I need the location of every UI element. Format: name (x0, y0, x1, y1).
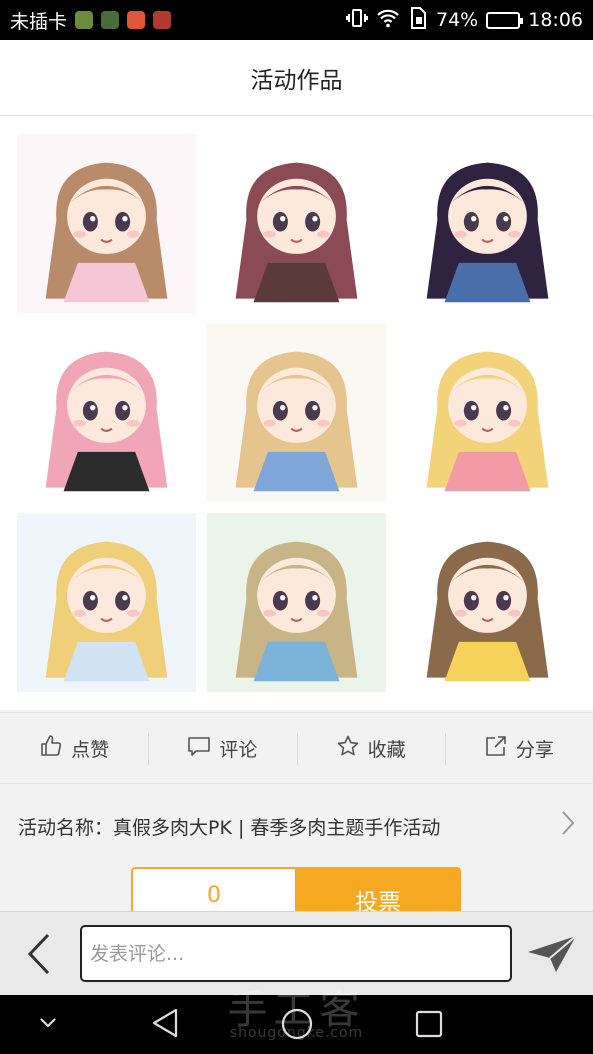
chibi-girl-yellow-sweater-image[interactable] (398, 513, 577, 692)
action-bar: 点赞 评论 收藏 分享 (0, 712, 593, 784)
send-button[interactable] (526, 934, 578, 974)
chevron-down-icon (40, 1018, 56, 1028)
nav-hide-button[interactable] (36, 1013, 60, 1037)
battery-icon (486, 11, 524, 29)
chibi-girl-blue-dress-image[interactable] (398, 134, 577, 313)
square-recents-icon (415, 1010, 443, 1038)
wifi-icon (376, 8, 400, 33)
screen: 未插卡 74% 18:06 活动作品 点赞 评论 收藏 分享 活动名称：真假多肉… (0, 0, 593, 1054)
home-circle-icon (281, 1008, 313, 1040)
chibi-girls-pastel-image[interactable] (17, 134, 196, 313)
page-title: 活动作品 (0, 40, 593, 116)
like-button[interactable]: 点赞 (0, 713, 148, 783)
triangle-back-icon (152, 1008, 178, 1038)
artwork-gallery (0, 116, 593, 710)
carrier-label: 未插卡 (10, 10, 68, 33)
thumbs-up-icon (39, 734, 63, 763)
like-label: 点赞 (71, 738, 110, 761)
chibi-girl-blonde-sailor-image[interactable] (207, 323, 386, 502)
back-button[interactable] (22, 932, 58, 976)
comment-label: 评论 (219, 738, 258, 761)
notification-app-icon (101, 11, 120, 29)
chibi-girl-cat-hood-image[interactable] (17, 513, 196, 692)
share-label: 分享 (515, 738, 554, 761)
battery-percent: 74% (436, 9, 479, 31)
chibi-catgirl-green-image[interactable] (207, 513, 386, 692)
status-bar: 未插卡 74% 18:06 (0, 0, 593, 40)
share-button[interactable]: 分享 (444, 713, 593, 783)
favorite-label: 收藏 (367, 738, 406, 761)
notification-app-icon (127, 11, 146, 29)
sim-icon (408, 6, 428, 34)
chibi-girl-brown-hair-image[interactable] (207, 134, 386, 313)
vibrate-icon (346, 8, 368, 33)
activity-name: 活动名称：真假多肉大PK | 春季多肉主题手作活动 (18, 816, 441, 839)
send-icon (528, 935, 577, 972)
notification-app-icon (153, 11, 172, 29)
nav-back-button[interactable] (150, 1007, 180, 1043)
comment-input[interactable] (80, 925, 512, 982)
system-nav-bar: 手工客 shougongke.com (0, 987, 593, 1054)
nav-home-button[interactable] (280, 1007, 314, 1045)
comment-icon (187, 734, 211, 763)
comment-button[interactable]: 评论 (148, 713, 296, 783)
chibi-girl-pink-hair-image[interactable] (17, 323, 196, 502)
nav-recents-button[interactable] (414, 1009, 444, 1043)
share-icon (484, 734, 508, 763)
clock: 18:06 (528, 9, 583, 31)
favorite-button[interactable]: 收藏 (296, 713, 445, 783)
activity-link[interactable]: 活动名称：真假多肉大PK | 春季多肉主题手作活动 (0, 785, 593, 867)
chevron-right-icon (561, 810, 575, 843)
chibi-kids-apple-image[interactable] (398, 323, 577, 502)
chevron-left-icon (27, 933, 50, 975)
star-icon (336, 734, 360, 763)
notification-app-icon (75, 11, 94, 29)
